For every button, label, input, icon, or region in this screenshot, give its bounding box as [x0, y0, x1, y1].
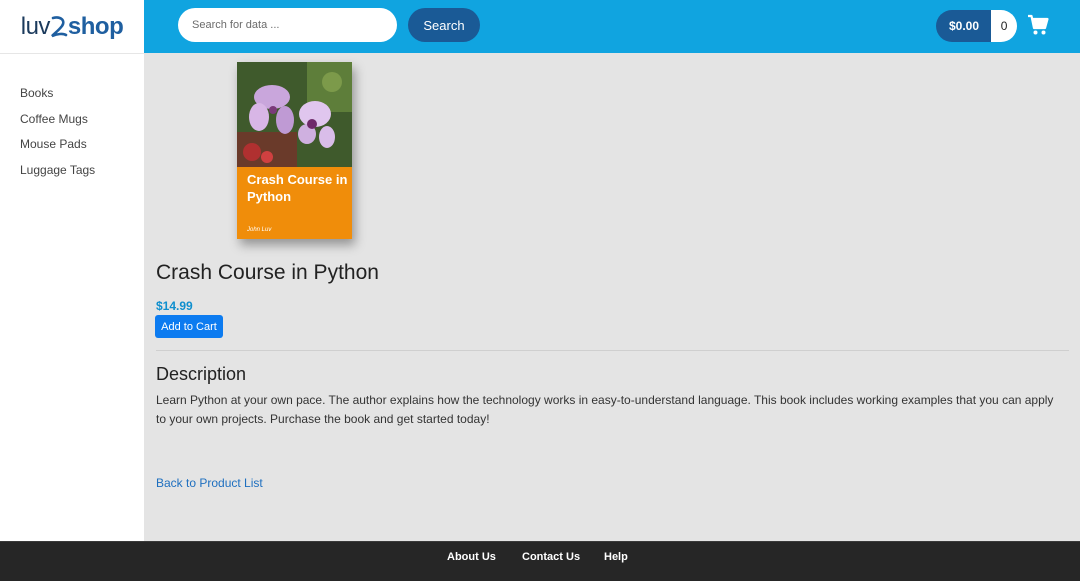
top-bar: Search $0.00 0: [144, 0, 1080, 53]
footer: About Us Contact Us Help: [0, 541, 1080, 581]
logo-text-right: shop: [67, 12, 124, 40]
sidebar-item-luggage-tags[interactable]: Luggage Tags: [20, 163, 95, 177]
cart-total-quantity: 0: [991, 10, 1018, 42]
book-cover-photo: [237, 62, 352, 167]
logo-text: luv shop: [21, 13, 124, 41]
book-cover-title: Crash Course in Python: [247, 172, 348, 204]
cart-total-price: $0.00: [936, 10, 992, 42]
footer-link-about-us[interactable]: About Us: [447, 551, 496, 563]
logo-swoosh-icon: [51, 15, 68, 37]
logo-text-left: luv: [20, 12, 51, 40]
product-title: Crash Course in Python: [156, 261, 379, 284]
orchid-flower-icon: [237, 62, 352, 167]
description-heading: Description: [156, 364, 247, 384]
product-image: Crash Course in Python John Luv: [237, 62, 352, 239]
sidebar-item-coffee-mugs[interactable]: Coffee Mugs: [20, 112, 88, 126]
category-sidebar: Books Coffee Mugs Mouse Pads Luggage Tag…: [0, 54, 144, 541]
add-to-cart-button[interactable]: Add to Cart: [155, 315, 223, 338]
footer-link-contact-us[interactable]: Contact Us: [522, 551, 580, 563]
book-cover-author: John Luv: [247, 227, 272, 233]
footer-link-help[interactable]: Help: [604, 551, 628, 563]
product-description: Learn Python at your own pace. The autho…: [156, 393, 1054, 426]
search-button[interactable]: Search: [408, 8, 480, 42]
product-details: Crash Course in Python John Luv Crash Co…: [144, 53, 1080, 541]
product-price: $14.99: [156, 299, 193, 313]
sidebar-item-mouse-pads[interactable]: Mouse Pads: [20, 137, 87, 151]
divider: [156, 350, 1069, 351]
back-to-product-list-link[interactable]: Back to Product List: [156, 476, 263, 490]
cart-status[interactable]: $0.00 0: [936, 10, 1018, 42]
logo[interactable]: luv shop: [0, 0, 144, 54]
search-input[interactable]: [178, 8, 397, 42]
sidebar-item-books[interactable]: Books: [20, 86, 53, 100]
shopping-cart-icon[interactable]: [1027, 14, 1049, 36]
